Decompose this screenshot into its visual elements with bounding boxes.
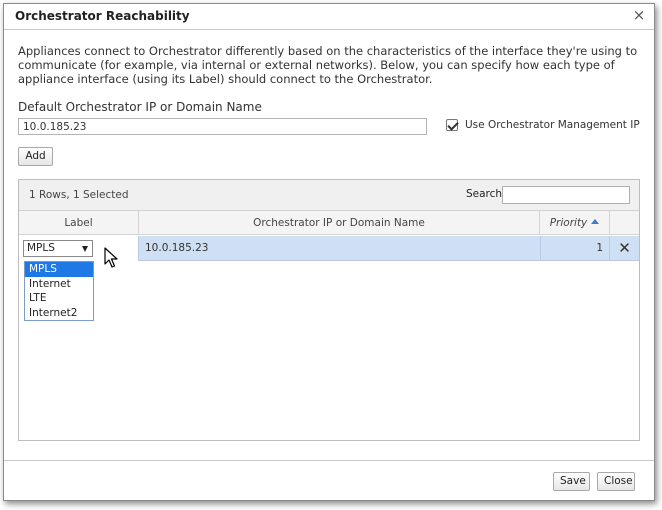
default-ip-label: Default Orchestrator IP or Domain Name <box>18 100 262 114</box>
column-header-actions <box>610 211 639 235</box>
search-label: Search <box>466 188 503 200</box>
label-dropdown-list: MPLS Internet LTE Internet2 <box>24 261 94 321</box>
column-priority-text: Priority <box>549 217 588 229</box>
mouse-pointer-icon <box>104 247 118 268</box>
row-priority-cell[interactable]: 1 <box>540 236 610 261</box>
dialog-title: Orchestrator Reachability <box>15 9 190 23</box>
checkbox-checked-icon[interactable] <box>446 119 458 131</box>
column-ip-text: Orchestrator IP or Domain Name <box>253 217 425 229</box>
sort-ascending-icon <box>591 219 600 224</box>
column-header-label[interactable]: Label <box>19 211 139 235</box>
label-select[interactable]: MPLS <box>23 240 93 257</box>
dropdown-option-internet[interactable]: Internet <box>25 277 93 292</box>
close-icon[interactable]: × <box>632 8 646 23</box>
column-header-priority[interactable]: Priority <box>540 211 610 235</box>
dropdown-option-lte[interactable]: LTE <box>25 291 93 306</box>
rows-info: 1 Rows, 1 Selected <box>29 189 129 201</box>
dialog-titlebar: Orchestrator Reachability × <box>4 4 654 30</box>
column-header-ip[interactable]: Orchestrator IP or Domain Name <box>139 211 540 235</box>
dialog-footer: Save Close <box>4 460 654 500</box>
delete-x-icon[interactable]: ✕ <box>610 236 639 261</box>
save-button[interactable]: Save <box>553 472 590 491</box>
add-button[interactable]: Add <box>18 147 53 166</box>
grid-toolbar: 1 Rows, 1 Selected Search <box>19 180 639 211</box>
row-ip-cell[interactable]: 10.0.185.23 <box>145 236 525 261</box>
orchestrator-reachability-dialog: Orchestrator Reachability × Appliances c… <box>3 3 655 501</box>
description-text: Appliances connect to Orchestrator diffe… <box>18 44 638 86</box>
default-ip-input[interactable] <box>18 118 427 135</box>
reachability-grid: 1 Rows, 1 Selected Search Label Orchestr… <box>18 179 640 441</box>
grid-header: Label Orchestrator IP or Domain Name Pri… <box>19 211 639 235</box>
label-select-value: MPLS <box>27 242 55 254</box>
search-input[interactable] <box>502 186 630 204</box>
column-label-text: Label <box>64 217 93 229</box>
row-label-cell[interactable]: MPLS <box>19 236 139 261</box>
dropdown-option-mpls[interactable]: MPLS <box>25 262 93 277</box>
dropdown-caret-icon[interactable] <box>82 246 88 252</box>
close-button[interactable]: Close <box>597 472 635 491</box>
dropdown-option-internet2[interactable]: Internet2 <box>25 306 93 321</box>
use-mgmt-ip-label: Use Orchestrator Management IP <box>465 119 640 131</box>
